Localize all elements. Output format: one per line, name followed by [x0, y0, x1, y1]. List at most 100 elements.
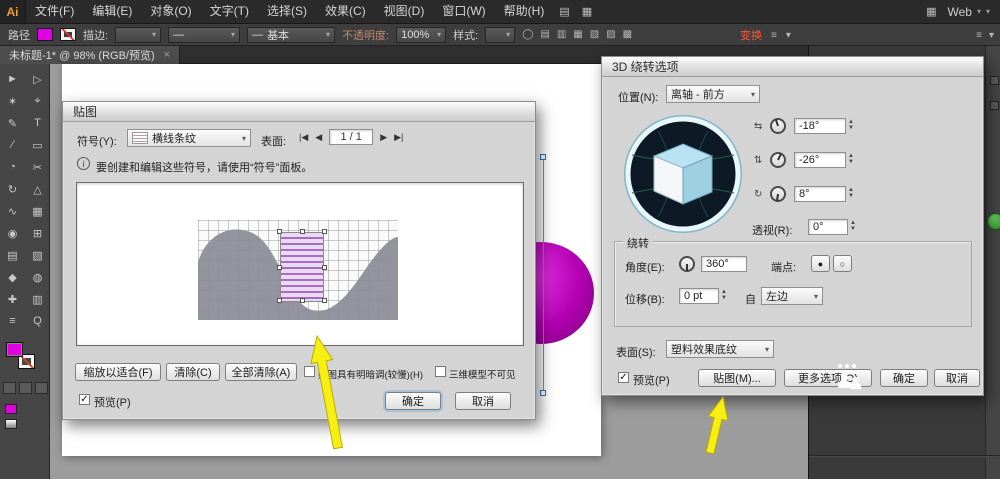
invisible-geometry-label[interactable]: 三维模型不可见: [449, 367, 516, 381]
fill-color-swatch[interactable]: [37, 28, 53, 41]
angle-knob[interactable]: [679, 256, 695, 272]
chevron-down-icon[interactable]: ▾: [786, 30, 791, 41]
brush-definition-dropdown[interactable]: — ▾: [168, 27, 240, 43]
shade-artwork-label[interactable]: 贴图具有明暗调(较慢)(H): [318, 367, 423, 381]
width-tool-icon[interactable]: ∿: [0, 200, 25, 222]
spin-down-icon[interactable]: ▼: [721, 295, 727, 301]
draw-inside-button[interactable]: [35, 382, 48, 394]
menu-type[interactable]: 文字(T): [201, 0, 258, 23]
shade-artwork-checkbox[interactable]: [304, 366, 315, 377]
dialog-title-bar[interactable]: 贴图: [63, 102, 535, 122]
align-icon[interactable]: ▤: [540, 29, 549, 40]
transform-handle[interactable]: [322, 265, 327, 270]
eyedropper-tool-icon[interactable]: ◆: [0, 266, 25, 288]
fill-indicator-swatch[interactable]: [6, 342, 23, 357]
align-icon[interactable]: ▨: [606, 29, 615, 40]
menu-object[interactable]: 对象(O): [141, 0, 200, 23]
scissors-tool-icon[interactable]: ✂: [25, 156, 50, 178]
menu-help[interactable]: 帮助(H): [495, 0, 554, 23]
style-label[interactable]: 样式:: [453, 27, 478, 43]
free-transform-tool-icon[interactable]: ▦: [25, 200, 50, 222]
preview-checkbox[interactable]: ✓: [79, 394, 90, 405]
menu-icon[interactable]: ≡: [771, 30, 777, 41]
spin-down-icon[interactable]: ▼: [848, 193, 854, 199]
menu-icon[interactable]: ≡: [976, 30, 982, 41]
spin-down-icon[interactable]: ▼: [848, 159, 854, 165]
bridge-icon[interactable]: ▤: [553, 5, 575, 18]
menu-file[interactable]: 文件(F): [26, 0, 83, 23]
cancel-button[interactable]: 取消: [934, 369, 980, 387]
surface-page-field[interactable]: 1 / 1: [329, 129, 373, 145]
rotate-x-field[interactable]: -18°: [794, 118, 846, 134]
clear-all-button[interactable]: 全部清除(A): [225, 363, 297, 381]
gradient-swatch[interactable]: [5, 419, 17, 429]
stroke-color-swatch[interactable]: [60, 28, 76, 41]
chevron-down-icon[interactable]: ▾: [986, 7, 990, 16]
align-icon[interactable]: ▦: [573, 29, 582, 40]
surface-dropdown[interactable]: 塑料效果底纹 ▾: [666, 340, 774, 358]
scale-to-fit-button[interactable]: 缩放以适合(F): [75, 363, 161, 381]
preview-checkbox[interactable]: ✓: [618, 372, 629, 383]
rotate-z-field[interactable]: 8°: [794, 186, 846, 202]
workspace-icon[interactable]: ▦: [920, 5, 942, 18]
selection-handle[interactable]: [540, 154, 546, 160]
workspace-label[interactable]: Web: [948, 5, 972, 19]
ok-button[interactable]: 确定: [880, 369, 928, 387]
rectangle-tool-icon[interactable]: ▭: [25, 134, 50, 156]
line-tool-icon[interactable]: ∕: [0, 134, 25, 156]
transform-label[interactable]: 变换: [740, 27, 762, 43]
rotation-trackball[interactable]: [622, 113, 744, 235]
menu-window[interactable]: 窗口(W): [433, 0, 494, 23]
arrange-documents-icon[interactable]: ▦: [576, 5, 598, 18]
perspective-field[interactable]: 0°: [808, 219, 848, 235]
position-dropdown[interactable]: 离轴 - 前方 ▾: [666, 85, 760, 103]
transform-handle[interactable]: [322, 229, 327, 234]
transform-handle[interactable]: [300, 229, 305, 234]
panel-icon[interactable]: [990, 76, 999, 85]
preview-checkbox-label[interactable]: 预览(P): [94, 394, 131, 410]
spin-down-icon[interactable]: ▼: [850, 226, 856, 232]
draw-normal-button[interactable]: [3, 382, 16, 394]
cap-hollow-button[interactable]: ○: [833, 255, 852, 272]
transform-handle[interactable]: [277, 229, 282, 234]
mapped-symbol-rect[interactable]: [280, 232, 324, 302]
magic-wand-tool-icon[interactable]: ✶: [0, 90, 25, 112]
transform-handle[interactable]: [277, 298, 282, 303]
align-icon[interactable]: ▧: [590, 29, 599, 40]
stroke-weight-dropdown[interactable]: ▾: [115, 27, 161, 43]
perspective-grid-tool-icon[interactable]: ⊞: [25, 222, 50, 244]
align-icon[interactable]: ▩: [623, 29, 632, 40]
menu-edit[interactable]: 编辑(E): [83, 0, 141, 23]
map-art-button[interactable]: 贴图(M)...: [698, 369, 776, 387]
app-logo-icon[interactable]: Ai: [0, 0, 26, 23]
lasso-tool-icon[interactable]: ⌖: [25, 90, 50, 112]
blend-tool-icon[interactable]: ◍: [25, 266, 50, 288]
rotate-y-stepper[interactable]: ▲ ▼: [848, 153, 854, 165]
symbol-dropdown[interactable]: 横线条纹 ▾: [127, 129, 251, 147]
selection-tool-icon[interactable]: ►: [0, 68, 25, 90]
from-dropdown[interactable]: 左边 ▾: [761, 287, 823, 305]
opacity-dropdown[interactable]: 100% ▾: [396, 27, 446, 43]
gradient-tool-icon[interactable]: ▧: [25, 244, 50, 266]
menu-select[interactable]: 选择(S): [258, 0, 316, 23]
zoom-tool-icon[interactable]: Q: [25, 310, 50, 332]
last-surface-icon[interactable]: ▶|: [394, 132, 403, 143]
opacity-label[interactable]: 不透明度:: [342, 27, 389, 43]
direct-selection-tool-icon[interactable]: ▷: [25, 68, 50, 90]
cancel-button[interactable]: 取消: [455, 392, 511, 410]
selection-handle[interactable]: [540, 390, 546, 396]
draw-behind-button[interactable]: [19, 382, 32, 394]
rotate-y-knob[interactable]: [770, 152, 786, 168]
pen-tool-icon[interactable]: ✎: [0, 112, 25, 134]
offset-stepper[interactable]: ▲ ▼: [721, 289, 727, 301]
rotate-x-stepper[interactable]: ▲ ▼: [848, 119, 854, 131]
transform-handle[interactable]: [300, 298, 305, 303]
close-icon[interactable]: ×: [164, 49, 170, 61]
rotate-z-stepper[interactable]: ▲ ▼: [848, 187, 854, 199]
mesh-tool-icon[interactable]: ▤: [0, 244, 25, 266]
symbol-mapping-canvas[interactable]: [198, 220, 398, 320]
menu-view[interactable]: 视图(D): [375, 0, 434, 23]
paintbrush-tool-icon[interactable]: ◔: [0, 156, 25, 178]
panel-icon[interactable]: [990, 101, 999, 110]
clear-button[interactable]: 清除(C): [166, 363, 220, 381]
